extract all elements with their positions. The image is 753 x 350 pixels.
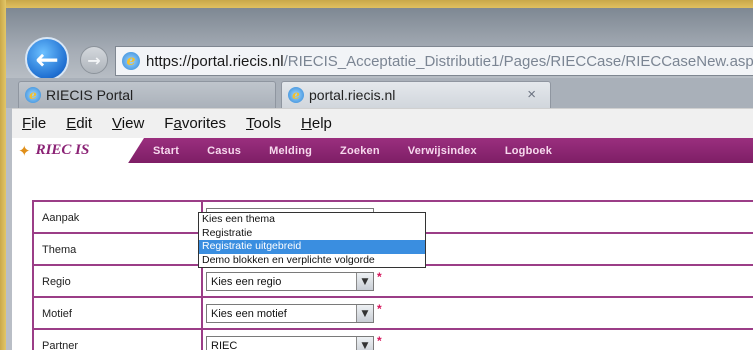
nav-logboek[interactable]: Logboek (505, 145, 552, 157)
browser-window: ← → e https://portal.riecis.nl/RIECIS_Ac… (6, 8, 753, 350)
dropdown-option[interactable]: Kies een thema (199, 213, 425, 227)
menu-file[interactable]: File (22, 115, 46, 132)
arrow-right-icon: → (87, 50, 101, 70)
forward-button[interactable]: → (80, 46, 108, 74)
ie-icon: e (288, 87, 304, 103)
url-path: /RIECIS_Acceptatie_Distributie1/Pages/RI… (283, 52, 753, 70)
label-motief: Motief (42, 308, 72, 320)
back-button[interactable]: ← (25, 37, 69, 81)
tab-riecis-portal[interactable]: e RIECIS Portal (18, 81, 276, 108)
close-icon[interactable]: × (527, 86, 536, 103)
required-marker: * (377, 270, 382, 284)
label-regio: Regio (42, 276, 71, 288)
label-partner: Partner (42, 340, 79, 350)
app-nav: Start Casus Melding Zoeken Verwijsindex … (153, 138, 580, 163)
address-bar-row: ← → e https://portal.riecis.nl/RIECIS_Ac… (6, 8, 753, 81)
photo-frame-top (0, 0, 753, 8)
tab-portal-riecis[interactable]: e portal.riecis.nl × (281, 81, 551, 108)
divider (201, 266, 203, 298)
address-bar[interactable]: e https://portal.riecis.nl/RIECIS_Accept… (115, 46, 753, 76)
eagle-icon: ✦ (18, 141, 31, 160)
required-marker: * (377, 302, 382, 316)
form-row-motief: Motief Kies een motief ▼ * (34, 298, 753, 330)
menu-favorites[interactable]: Favorites (164, 115, 226, 132)
form-row-regio: Regio Kies een regio ▼ * (34, 266, 753, 298)
menu-tools[interactable]: Tools (246, 115, 281, 132)
nav-verwijsindex[interactable]: Verwijsindex (408, 145, 477, 157)
tab-strip: e RIECIS Portal e portal.riecis.nl × (6, 78, 753, 108)
form-row-partner: Partner RIEC ▼ * (34, 330, 753, 350)
partner-select[interactable]: RIEC ▼ (206, 336, 374, 350)
label-aanpak: Aanpak (42, 212, 80, 224)
url-host: https://portal.riecis.nl (146, 52, 284, 70)
brand-name: RIEC IS (35, 142, 90, 158)
chevron-down-icon[interactable]: ▼ (356, 273, 373, 290)
dropdown-option[interactable]: Registratie (199, 227, 425, 241)
tab-label: portal.riecis.nl (309, 87, 396, 103)
divider (201, 330, 203, 350)
nav-casus[interactable]: Casus (207, 145, 241, 157)
divider (201, 298, 203, 330)
menu-help[interactable]: Help (301, 115, 332, 132)
nav-start[interactable]: Start (153, 145, 179, 157)
nav-melding[interactable]: Melding (269, 145, 312, 157)
dropdown-option-selected[interactable]: Registratie uitgebreid (199, 240, 425, 254)
app-nav-bar: ✦ RIEC IS Start Casus Melding Zoeken Ver… (12, 138, 753, 163)
menu-edit[interactable]: Edit (66, 115, 92, 132)
label-thema: Thema (42, 244, 77, 256)
regio-select[interactable]: Kies een regio ▼ (206, 272, 374, 291)
chevron-down-icon[interactable]: ▼ (356, 305, 373, 322)
chevron-down-icon[interactable]: ▼ (356, 337, 373, 350)
tab-label: RIECIS Portal (46, 87, 134, 103)
app-logo[interactable]: ✦ RIEC IS (12, 138, 144, 163)
menu-bar: File Edit View Favorites Tools Help (12, 108, 753, 138)
ie-icon: e (122, 52, 140, 70)
thema-dropdown-list[interactable]: Kies een thema Registratie Registratie u… (198, 212, 426, 268)
arrow-left-icon: ← (35, 42, 59, 76)
dropdown-option[interactable]: Demo blokken en verplichte volgorde (199, 254, 425, 268)
motief-select[interactable]: Kies een motief ▼ (206, 304, 374, 323)
menu-view[interactable]: View (112, 115, 144, 132)
ie-icon: e (25, 87, 41, 103)
required-marker: * (377, 334, 382, 348)
nav-zoeken[interactable]: Zoeken (340, 145, 380, 157)
